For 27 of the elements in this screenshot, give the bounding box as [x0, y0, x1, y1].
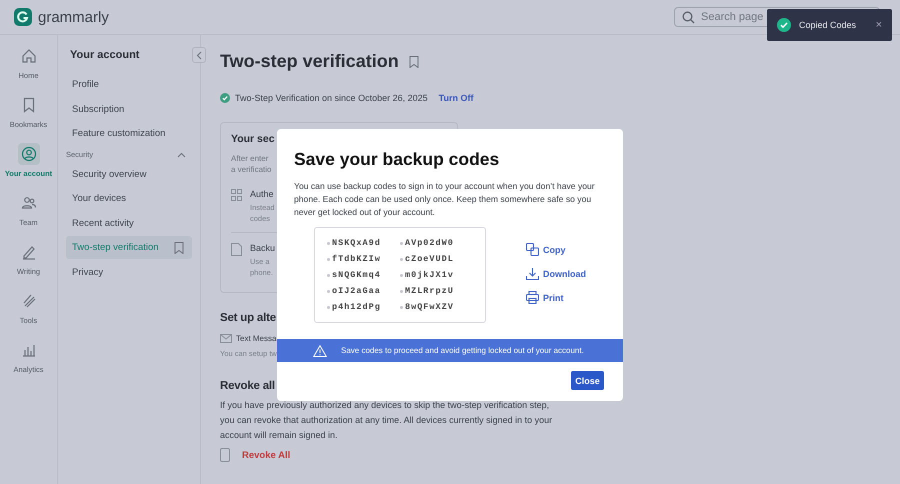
section-title: Set up alte — [220, 312, 276, 324]
toast-message: Copied Codes — [799, 20, 856, 30]
backup-code: p4h12dPg — [332, 302, 381, 312]
backup-code: oIJ2aGaa — [332, 286, 381, 296]
backup-code: fTdbKZIw — [332, 254, 381, 264]
method-title: Backu — [250, 243, 276, 253]
backup-code: AVp02dW0 — [405, 238, 454, 248]
page-title: Two-step verification — [220, 51, 399, 72]
backup-code: cZoeVUDL — [405, 254, 454, 264]
dialog-text: You can use backup codes to sign in to your account when you don’t have your phone. Each code can be used only once. Keep them somewhere safe so you never get locked out of your account. — [294, 180, 596, 218]
dialog-title: Save your backup codes — [294, 149, 500, 170]
section-title: Revoke all — [220, 380, 275, 392]
method-label: Text Messa — [236, 334, 276, 343]
status-text: Two-Step Verification on since October 26, 2025 — [235, 93, 428, 103]
backup-code: m0jkJX1v — [405, 270, 454, 280]
card-title: Your sec — [231, 133, 276, 145]
revoke-description: If you have previously authorized any devices to skip the two-step verification step, you can revoke that authorization at any time. All devices currently signed in to your account will remain signed in. — [220, 399, 554, 442]
method-title: Authe — [250, 189, 274, 199]
brand-name: grammarly — [38, 8, 109, 26]
card-text: After enter — [231, 153, 268, 164]
backup-code: sNQGKmq4 — [332, 270, 381, 280]
card-text: a verificatio — [231, 164, 272, 175]
backup-code: 8wQFwXZV — [405, 302, 454, 312]
warning-text: Save codes to proceed and avoid getting locked out of your account. — [341, 346, 584, 355]
backup-code: NSKQxA9d — [332, 238, 381, 248]
nav-title: Your account — [70, 49, 140, 61]
backup-code: MZLRrpzU — [405, 286, 454, 296]
